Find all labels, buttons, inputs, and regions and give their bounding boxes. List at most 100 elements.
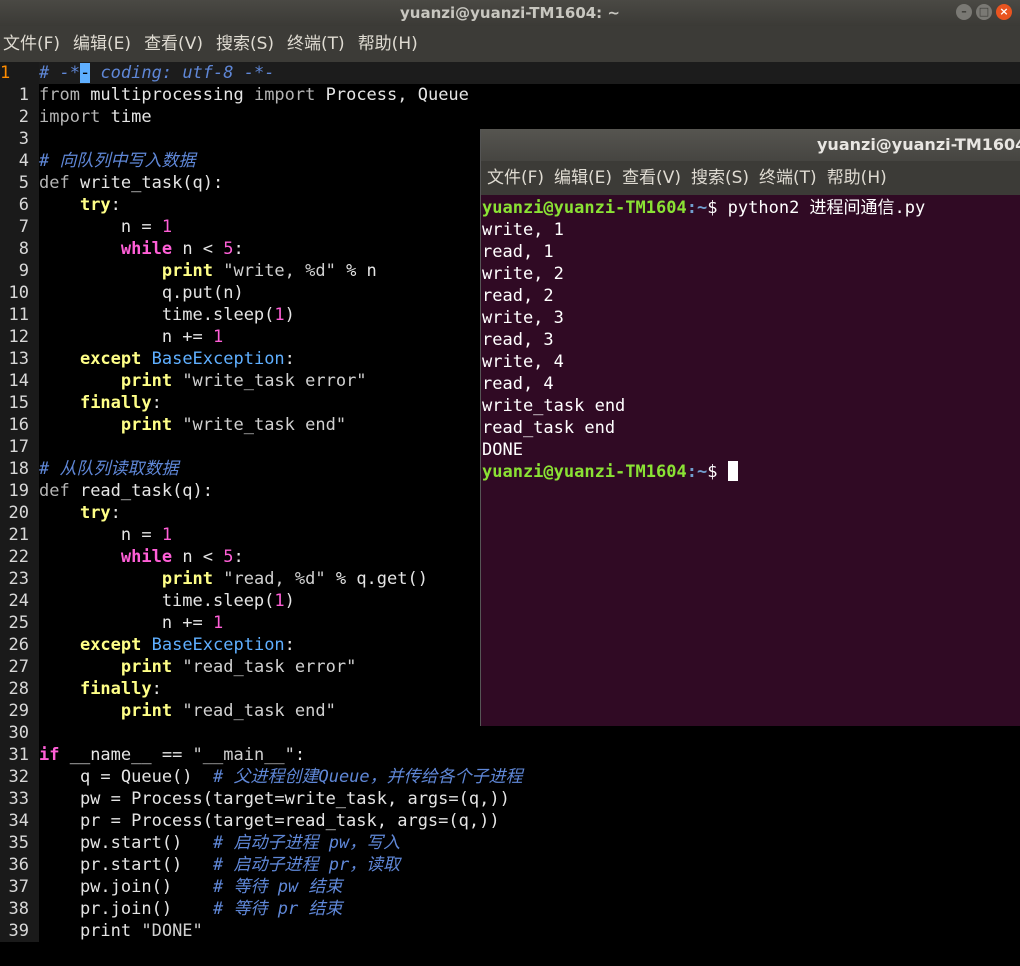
- code-token: n <: [172, 547, 224, 567]
- code-text: # 从队列读取数据: [39, 458, 178, 480]
- code-token: :: [151, 679, 162, 699]
- menu-search[interactable]: 搜索(S): [213, 26, 274, 62]
- code-token: 5: [223, 547, 234, 567]
- terminal-menu-file[interactable]: 文件(F): [487, 161, 544, 195]
- code-token: pw.start(): [39, 833, 213, 853]
- line-number: 4: [0, 150, 39, 172]
- menu-edit[interactable]: 编辑(E): [70, 26, 131, 62]
- code-token: print: [120, 657, 173, 677]
- code-token: __name__ ==: [59, 745, 193, 765]
- code-line[interactable]: 35 pw.start() # 启动子进程 pw，写入: [0, 832, 1020, 854]
- close-icon[interactable]: ×: [996, 4, 1012, 20]
- code-line[interactable]: 37 pw.join() # 等待 pw 结束: [0, 876, 1020, 898]
- code-token: ): [284, 591, 295, 611]
- code-token: while: [120, 547, 173, 567]
- code-text: while n < 5:: [39, 238, 244, 260]
- line-number-text: 37: [8, 877, 29, 897]
- code-line[interactable]: 2 import time: [0, 106, 1020, 128]
- code-line[interactable]: 38 pr.join() # 等待 pr 结束: [0, 898, 1020, 920]
- line-number-text: 6: [18, 195, 29, 215]
- code-token: time.sleep(: [39, 305, 275, 325]
- terminal-menu-view[interactable]: 查看(V): [622, 161, 681, 195]
- line-number-text: 2: [18, 107, 29, 127]
- code-token: 1: [161, 217, 173, 237]
- code-token: q.put(n): [39, 283, 244, 303]
- code-line[interactable]: 34 pr = Process(target=read_task, args=(…: [0, 810, 1020, 832]
- line-number: 14: [0, 370, 39, 392]
- menu-help[interactable]: 帮助(H): [355, 26, 418, 62]
- code-line[interactable]: 32 q = Queue() # 父进程创建Queue，并传给各个子进程: [0, 766, 1020, 788]
- code-token: time.sleep(: [39, 591, 275, 611]
- terminal-output[interactable]: yuanzi@yuanzi-TM1604:~$ python2 进程间通信.py…: [481, 195, 1020, 483]
- line-number-text: 27: [8, 657, 29, 677]
- code-token: import: [253, 85, 316, 105]
- code-text: from multiprocessing import Process, Que…: [39, 84, 469, 106]
- code-token: print: [120, 701, 173, 721]
- line-number-text: 35: [8, 833, 29, 853]
- line-number: 11: [0, 304, 39, 326]
- code-text: pw.join() # 等待 pw 结束: [39, 876, 342, 898]
- line-number-text: 1: [0, 63, 11, 83]
- code-line[interactable]: 36 pr.start() # 启动子进程 pr，读取: [0, 854, 1020, 876]
- code-text: while n < 5:: [39, 546, 244, 568]
- line-number-text: 5: [18, 173, 29, 193]
- code-token: except: [79, 349, 142, 369]
- line-number: 26: [0, 634, 39, 656]
- code-token: # -*: [39, 63, 80, 83]
- code-text: if __name__ == "__main__":: [39, 744, 305, 766]
- menu-view[interactable]: 查看(V): [141, 26, 203, 62]
- line-number-text: 32: [8, 767, 29, 787]
- code-token: try: [79, 503, 111, 523]
- code-token: print: [120, 415, 173, 435]
- terminal-menu-edit[interactable]: 编辑(E): [554, 161, 612, 195]
- line-number-text: 28: [8, 679, 29, 699]
- code-text: def write_task(q):: [39, 172, 223, 194]
- terminal-menu-help[interactable]: 帮助(H): [827, 161, 887, 195]
- maximize-icon[interactable]: □: [976, 4, 992, 20]
- code-text: q = Queue() # 父进程创建Queue，并传给各个子进程: [39, 766, 523, 788]
- code-text: try:: [39, 194, 121, 216]
- line-number: 10: [0, 282, 39, 304]
- code-token: time: [100, 107, 152, 127]
- code-line[interactable]: 1 from multiprocessing import Process, Qu…: [0, 84, 1020, 106]
- code-token: :: [151, 393, 162, 413]
- line-number-text: 25: [8, 613, 29, 633]
- code-text: pr = Process(target=read_task, args=(q,)…: [39, 810, 500, 832]
- terminal-menu-search[interactable]: 搜索(S): [691, 161, 749, 195]
- code-token: q = Queue(): [39, 767, 213, 787]
- prompt-user: yuanzi@yuanzi-TM1604: [482, 198, 687, 218]
- line-number-text: 38: [8, 899, 29, 919]
- code-token: :: [233, 547, 244, 567]
- minimize-icon[interactable]: –: [956, 4, 972, 20]
- menu-file[interactable]: 文件(F): [0, 26, 60, 62]
- prompt-path: :~: [686, 462, 708, 482]
- line-number: 6: [0, 194, 39, 216]
- line-number-text: 15: [8, 393, 29, 413]
- code-line[interactable]: 31 if __name__ == "__main__":: [0, 744, 1020, 766]
- code-token: read_task(q):: [69, 481, 214, 501]
- menu-terminal[interactable]: 终端(T): [284, 26, 345, 62]
- terminal-menu-terminal[interactable]: 终端(T): [759, 161, 817, 195]
- code-line[interactable]: 33 pw = Process(target=write_task, args=…: [0, 788, 1020, 810]
- line-number-text: 30: [8, 723, 29, 743]
- code-token: ): [284, 305, 295, 325]
- menu-bar: 文件(F) 编辑(E) 查看(V) 搜索(S) 终端(T) 帮助(H): [0, 26, 1020, 62]
- code-line[interactable]: 39 print "DONE": [0, 920, 1020, 942]
- code-text: import time: [39, 106, 152, 128]
- line-number-text: 21: [8, 525, 29, 545]
- code-token: import: [39, 107, 101, 127]
- terminal-window[interactable]: yuanzi@yuanzi-TM1604: ~ 文件(F) 编辑(E) 查看(V) 搜…: [480, 129, 1020, 726]
- code-token: print: [39, 921, 142, 941]
- code-text: time.sleep(1): [39, 304, 295, 326]
- code-token: 1: [213, 613, 224, 633]
- code-text: pr.start() # 启动子进程 pr，读取: [39, 854, 400, 876]
- code-text: pw.start() # 启动子进程 pw，写入: [39, 832, 400, 854]
- code-text: # -*- coding: utf-8 -*-: [39, 62, 274, 84]
- code-token: :: [284, 635, 295, 655]
- code-token: # 等待 pw 结束: [213, 877, 343, 897]
- code-line[interactable]: 1 # -*- coding: utf-8 -*-: [0, 62, 1020, 84]
